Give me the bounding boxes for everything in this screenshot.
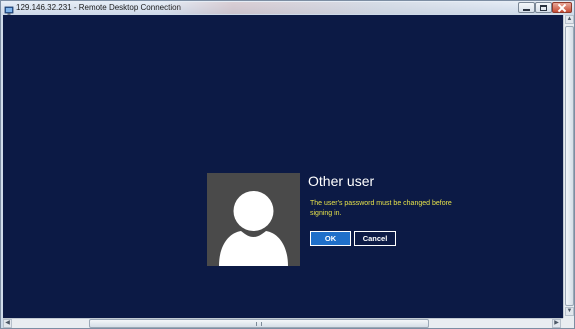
vertical-scroll-thumb[interactable] <box>565 26 574 306</box>
user-avatar-icon <box>219 191 288 266</box>
horizontal-scrollbar[interactable]: ◀ ▶ <box>3 318 563 328</box>
remote-screen[interactable]: Other user The user's password must be c… <box>3 15 563 318</box>
minimize-icon <box>523 8 530 11</box>
minimize-button[interactable] <box>518 2 535 13</box>
scroll-up-arrow-icon[interactable]: ▲ <box>565 15 574 24</box>
horizontal-scroll-thumb[interactable] <box>89 319 429 328</box>
scroll-down-arrow-icon[interactable]: ▼ <box>565 307 574 316</box>
scroll-grip-icon <box>256 322 262 326</box>
remote-desktop-icon[interactable] <box>4 3 14 15</box>
close-button[interactable] <box>552 2 572 13</box>
title-bar-blur <box>161 2 521 14</box>
maximize-icon <box>540 4 547 11</box>
title-bar[interactable]: 129.146.32.231 - Remote Desktop Connecti… <box>1 1 574 15</box>
window-title: 129.146.32.231 - Remote Desktop Connecti… <box>16 3 181 12</box>
ok-button[interactable]: OK <box>310 231 351 246</box>
resize-corner[interactable] <box>563 318 574 328</box>
maximize-button[interactable] <box>535 2 552 13</box>
user-name: Other user <box>308 173 375 189</box>
scroll-right-arrow-icon[interactable]: ▶ <box>552 319 561 328</box>
vertical-scrollbar[interactable]: ▲ ▼ <box>563 15 574 318</box>
close-icon <box>558 4 566 12</box>
user-avatar-tile[interactable] <box>207 173 300 266</box>
scroll-left-arrow-icon[interactable]: ◀ <box>3 319 12 328</box>
password-change-message: The user's password must be changed befo… <box>310 200 452 217</box>
rdp-window: 129.146.32.231 - Remote Desktop Connecti… <box>0 0 575 329</box>
cancel-button[interactable]: Cancel <box>354 231 396 246</box>
